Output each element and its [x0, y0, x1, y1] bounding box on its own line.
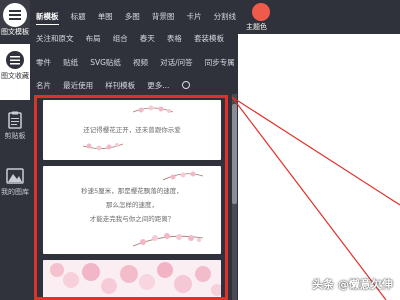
tab-combo[interactable]: 组合	[113, 32, 128, 46]
tab-table[interactable]: 表格	[167, 32, 182, 46]
tab-background[interactable]: 背景图	[152, 10, 175, 24]
clipboard-icon	[8, 111, 22, 129]
tab-new-template[interactable]: 新模板	[36, 10, 59, 25]
tab-more[interactable]: 更多...	[147, 79, 169, 93]
sidebar-item-label: 我的图库	[1, 188, 29, 196]
tab-video[interactable]: 视频	[133, 56, 148, 70]
tab-dialogue[interactable]: 对话/问答	[160, 56, 193, 70]
tab-sync-exclusive[interactable]: 同步专属	[205, 56, 235, 70]
tab-stickers[interactable]: 贴纸	[63, 56, 78, 70]
sidebar-item-favorites[interactable]: 图文收藏	[0, 44, 30, 100]
theme-color-area: 主题色	[238, 0, 400, 34]
tab-single-image[interactable]: 单图	[98, 10, 113, 24]
sidebar-item-gallery[interactable]: 我的图库	[0, 160, 30, 216]
tab-card[interactable]: 卡片	[186, 10, 201, 24]
hamburger-icon	[3, 3, 27, 27]
editor-area	[238, 34, 400, 300]
tab-multi-image[interactable]: 多图	[125, 10, 140, 24]
tab-parts[interactable]: 零件	[36, 56, 51, 70]
menu-row: 名片 最近使用 样刊模板 更多...	[36, 73, 190, 90]
theme-color-label: 主题色	[246, 23, 267, 31]
menu-list-icon	[6, 51, 24, 69]
template-category-menu: 新模板 标题 单图 多图 背景图 卡片 分割线 关注和原文 布局 组合 春天 表…	[30, 0, 238, 92]
highlight-box	[34, 95, 228, 300]
left-sidebar: 图文模板 图文收藏 剪贴板 我的图库	[0, 0, 30, 300]
watermark: 头条 @懒意欠伸	[312, 278, 393, 291]
tab-title[interactable]: 标题	[71, 10, 86, 24]
sidebar-item-label: 图文收藏	[1, 72, 29, 80]
tab-follow-original[interactable]: 关注和原文	[36, 32, 74, 46]
tab-spring[interactable]: 春天	[140, 32, 155, 46]
menu-row: 新模板 标题 单图 多图 背景图 卡片 分割线	[36, 4, 243, 25]
tab-recent[interactable]: 最近使用	[63, 79, 93, 93]
tab-divider[interactable]: 分割线	[214, 10, 237, 24]
menu-row: 关注和原文 布局 组合 春天 表格 套装模板	[36, 26, 231, 43]
tab-template-set[interactable]: 套装模板	[194, 32, 224, 46]
tab-business-card[interactable]: 名片	[36, 79, 51, 93]
sidebar-item-label: 图文模板	[1, 28, 29, 36]
menu-row: 零件 贴纸 SVG贴纸 视频 对话/问答 同步专属	[36, 50, 242, 67]
tab-svg-stickers[interactable]: SVG贴纸	[90, 56, 121, 70]
sidebar-item-clipboard[interactable]: 剪贴板	[0, 104, 30, 160]
tab-layout[interactable]: 布局	[86, 32, 101, 46]
tab-sample-template[interactable]: 样刊模板	[105, 79, 135, 93]
search-icon[interactable]	[181, 81, 190, 89]
sidebar-item-label: 剪贴板	[4, 132, 26, 140]
theme-color-button[interactable]	[252, 3, 270, 21]
image-library-icon	[6, 168, 24, 184]
scrollbar-thumb[interactable]	[232, 104, 237, 204]
